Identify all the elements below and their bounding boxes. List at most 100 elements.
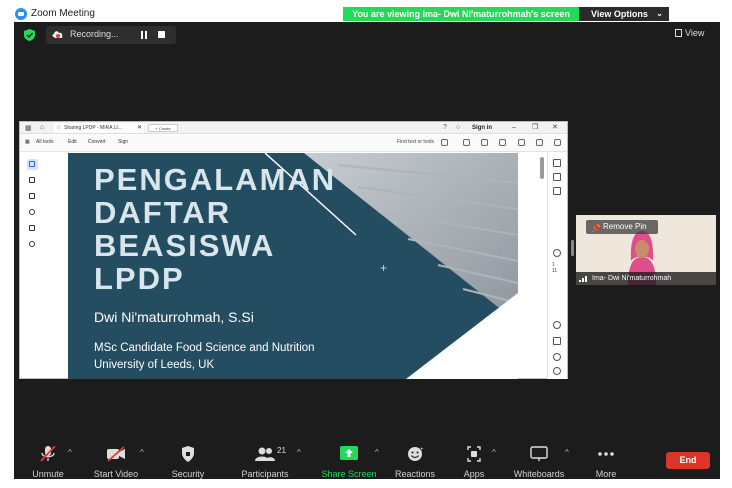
slide-title-line-4: LPDP [94, 261, 185, 296]
mail-icon[interactable] [554, 139, 561, 146]
participants-button[interactable]: 21 ^ Participants [233, 446, 300, 479]
more-button[interactable]: More [574, 446, 638, 479]
organize-icon[interactable] [553, 187, 561, 195]
zoom-logo-icon [15, 8, 27, 20]
reactions-icon: + [408, 447, 424, 461]
svg-text:+: + [380, 261, 387, 275]
shield-icon[interactable] [24, 29, 35, 41]
start-video-label: Start Video [93, 469, 139, 479]
slide-title-line-3: BEASISWA [94, 228, 276, 263]
unmute-options-caret[interactable]: ^ [68, 448, 72, 457]
apps-button[interactable]: ^ Apps [442, 446, 506, 479]
export-icon[interactable] [553, 173, 561, 181]
apps-options-caret[interactable]: ^ [492, 448, 496, 457]
menu-icon[interactable]: ▦ [25, 124, 32, 132]
maximize-icon[interactable]: ❐ [532, 123, 538, 133]
participant-name: Ima- Dwi Ni'maturrohmah [592, 275, 672, 282]
search-icon[interactable] [441, 139, 448, 146]
refresh-icon[interactable] [553, 321, 561, 329]
share-screen-icon [340, 446, 358, 460]
participants-options-caret[interactable]: ^ [297, 448, 301, 457]
whiteboards-options-caret[interactable]: ^ [565, 448, 569, 457]
view-icon [675, 29, 682, 37]
draw-tool-icon[interactable] [27, 207, 38, 218]
tab-title: Sharing LPDP - MIRA LI... [64, 125, 122, 131]
share-screen-button[interactable]: ^ Share Screen [317, 446, 381, 479]
select-tool-icon[interactable] [27, 159, 38, 170]
text-tool-icon[interactable] [27, 223, 38, 234]
panel-resize-handle[interactable] [571, 240, 574, 256]
share-options-caret[interactable]: ^ [375, 448, 379, 457]
view-options-button[interactable]: View Options ⌄ [579, 7, 669, 21]
new-tab-button[interactable]: + Create [148, 124, 178, 132]
page-number-total: 11 [552, 268, 558, 274]
comment-tool-icon[interactable] [27, 175, 38, 186]
search-document-icon[interactable] [518, 139, 525, 146]
find-text-field[interactable]: Find text or tools [397, 139, 434, 145]
reactions-button[interactable]: + Reactions [383, 446, 447, 479]
remove-pin-button[interactable]: 📌 Remove Pin [586, 220, 658, 234]
end-meeting-button[interactable]: End [666, 452, 710, 469]
security-button[interactable]: Security [156, 446, 220, 479]
shared-screen[interactable]: ▦ ⌂ Sharing LPDP - MIRA LI... ✕ + Create… [19, 121, 568, 379]
menu-all-tools[interactable]: All tools [36, 139, 54, 145]
sign-in-button[interactable]: Sign in [472, 123, 492, 133]
window-title: Zoom Meeting [31, 8, 95, 19]
svg-text:+: + [420, 447, 424, 453]
stamp-tool-icon[interactable] [27, 239, 38, 250]
minimize-icon[interactable]: – [512, 123, 516, 133]
rotate-icon[interactable] [553, 249, 561, 257]
recording-label: Recording... [70, 29, 119, 39]
meeting-controls: ^ Unmute ^ Start Video Security 21 ^ Par… [14, 440, 720, 479]
upload-icon[interactable] [481, 139, 488, 146]
more-icon [598, 452, 614, 456]
link-icon[interactable] [536, 139, 543, 146]
slide-author: Dwi Ni'maturrohmah, S.Si [94, 309, 254, 325]
print-icon[interactable] [499, 139, 506, 146]
signal-icon [579, 276, 587, 282]
video-options-caret[interactable]: ^ [140, 448, 144, 457]
menu-edit[interactable]: Edit [68, 139, 77, 145]
apps-icon [467, 446, 481, 462]
participant-video-tile[interactable]: 📌 Remove Pin Ima- Dwi Ni'maturrohmah [576, 215, 716, 285]
pin-icon: 📌 [591, 224, 601, 233]
comment-panel-icon[interactable] [553, 159, 561, 167]
view-button[interactable]: View [675, 28, 704, 38]
reactions-label: Reactions [394, 469, 436, 479]
scrollbar-thumb[interactable] [540, 157, 544, 179]
page-icon[interactable] [463, 139, 470, 146]
slide-subtitle-line-2: University of Leeds, UK [94, 359, 215, 371]
whiteboards-button[interactable]: ^ Whiteboards [507, 446, 571, 479]
help-icon[interactable]: ? [443, 124, 447, 131]
participants-icon [255, 447, 275, 461]
browser-tab[interactable]: Sharing LPDP - MIRA LI... ✕ [54, 123, 144, 133]
start-video-button[interactable]: ^ Start Video [84, 446, 148, 479]
whiteboards-label: Whiteboards [513, 469, 565, 479]
highlight-tool-icon[interactable] [27, 191, 38, 202]
remove-pin-label: Remove Pin [603, 222, 647, 231]
browser-tab-bar: ▦ ⌂ Sharing LPDP - MIRA LI... ✕ + Create… [20, 122, 567, 134]
close-window-icon[interactable]: ✕ [552, 123, 558, 133]
security-shield-icon [182, 446, 194, 462]
stop-icon[interactable] [158, 31, 165, 38]
fit-page-icon[interactable] [553, 337, 561, 345]
close-tab-icon[interactable]: ✕ [137, 123, 142, 133]
zoom-out-icon[interactable] [553, 367, 561, 375]
presentation-slide: + PENGALAMAN DAFTAR BEASISWA LPDP Dwi Ni… [68, 153, 518, 379]
mic-muted-icon [40, 446, 56, 462]
grid-icon[interactable]: ▦ [25, 139, 30, 145]
view-options-label: View Options [591, 9, 648, 19]
unmute-button[interactable]: ^ Unmute [16, 446, 80, 479]
page-numbers: 1 11 [552, 262, 557, 274]
zoom-in-icon[interactable] [553, 353, 561, 361]
menu-sign[interactable]: Sign [118, 139, 128, 145]
participants-label: Participants [241, 469, 289, 479]
notification-icon[interactable]: ○ [456, 124, 460, 131]
pause-icon[interactable] [140, 31, 148, 39]
pdf-left-toolbar [20, 153, 66, 378]
menu-convert[interactable]: Convert [88, 139, 106, 145]
home-icon[interactable]: ⌂ [40, 124, 44, 131]
slide-title-line-1: PENGALAMAN [94, 162, 337, 197]
unmute-label: Unmute [32, 469, 64, 479]
more-label: More [595, 469, 617, 479]
